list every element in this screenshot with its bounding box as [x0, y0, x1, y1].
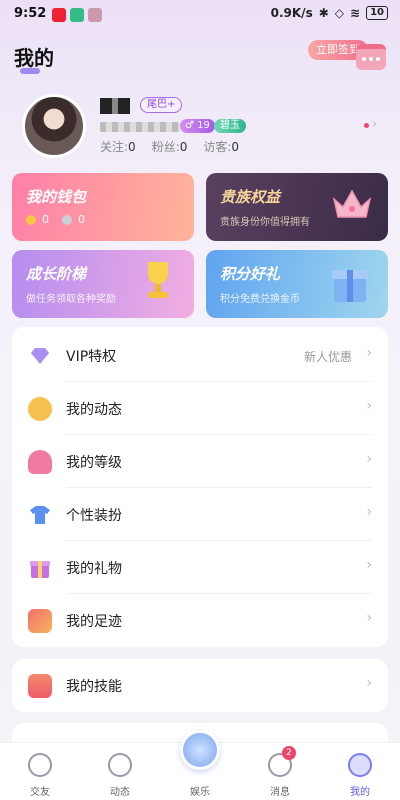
crown-icon: [332, 189, 372, 218]
menu-item-footprints[interactable]: 我的足迹 ›: [12, 594, 388, 647]
wallet-card[interactable]: 我的钱包 0 0: [12, 173, 194, 241]
tab-moments[interactable]: 动态: [80, 743, 160, 800]
status-bar: 9:52 0.9K/s ✱ ◇ ≋ 10: [0, 0, 400, 30]
card-title: 成长阶梯: [26, 265, 87, 283]
rank-badge: 碧玉: [214, 119, 246, 133]
notification-dot: [364, 123, 369, 128]
user-tag[interactable]: 尾巴+: [140, 97, 183, 113]
gift-box-icon: [332, 270, 368, 302]
stat-fans[interactable]: 粉丝:0: [152, 138, 188, 155]
chevron-right-icon: ›: [366, 610, 372, 626]
username: [100, 98, 130, 114]
wifi-icon: ≋: [350, 6, 361, 20]
level-badge-value: 19: [197, 120, 210, 131]
stat-following[interactable]: 关注:0: [100, 138, 136, 155]
menu-list: VIP特权 新人优惠 › 我的动态 › 我的等级 › 个性装扮 › 我的礼物 ›…: [12, 327, 388, 647]
points-card[interactable]: 积分好礼 积分免费兑换金币: [206, 250, 388, 318]
stat-value: 0: [128, 140, 136, 154]
planet-icon: [108, 753, 132, 777]
card-subtitle: 贵族身份你值得拥有: [220, 217, 310, 228]
skill-icon: [28, 674, 52, 698]
menu-item-dressup[interactable]: 个性装扮 ›: [12, 488, 388, 541]
card-title: 贵族权益: [220, 188, 281, 206]
heart-icon: [28, 753, 52, 777]
status-time: 9:52: [14, 6, 47, 21]
gift-icon: [30, 561, 50, 578]
mute-icon: ◇: [334, 6, 345, 20]
menu-item-gifts[interactable]: 我的礼物 ›: [12, 541, 388, 594]
chevron-right-icon: ›: [366, 345, 372, 361]
chevron-right-icon: ›: [366, 557, 372, 573]
menu-item-level[interactable]: 我的等级 ›: [12, 435, 388, 488]
profile-stats: 关注:0 粉丝:0 访客:0: [100, 138, 239, 155]
stat-value: 0: [231, 140, 240, 154]
menu-label: 我的等级: [66, 455, 122, 471]
gold-coin-icon: [26, 215, 36, 225]
stat-label: 关注:: [100, 140, 129, 154]
chevron-right-icon: ›: [366, 398, 372, 414]
user-id: [100, 122, 180, 132]
shirt-icon: [30, 506, 50, 524]
app-icon: [88, 8, 102, 22]
level-badge: ♂ 19: [180, 119, 215, 133]
menu-label: 个性装扮: [66, 508, 122, 524]
chevron-right-icon[interactable]: ›: [372, 117, 377, 132]
trophy-icon: [148, 262, 168, 298]
gold-coin-value: 0: [42, 213, 49, 226]
tab-label: 动态: [110, 787, 130, 798]
card-subtitle: 做任务领取各种奖励: [26, 294, 116, 305]
face-icon: [348, 753, 372, 777]
silver-coin-icon: [62, 215, 72, 225]
chevron-right-icon: ›: [366, 504, 372, 520]
pen-icon: [28, 397, 52, 421]
tab-messages[interactable]: 消息: [240, 743, 320, 800]
tab-label: 消息: [270, 787, 290, 798]
menu-label: 我的动态: [66, 402, 122, 418]
growth-card[interactable]: 成长阶梯 做任务领取各种奖励: [12, 250, 194, 318]
tab-label: 娱乐: [190, 787, 210, 798]
chevron-right-icon: ›: [366, 451, 372, 467]
medal-icon: [28, 450, 52, 474]
menu-label: VIP特权: [66, 349, 117, 365]
card-subtitle: 积分免费兑换金币: [220, 294, 300, 305]
app-icon: [52, 8, 66, 22]
menu-label: 我的礼物: [66, 561, 122, 577]
menu-item-moments[interactable]: 我的动态 ›: [12, 382, 388, 435]
silver-coin-value: 0: [78, 213, 85, 226]
footprint-icon: [28, 609, 52, 633]
title-underline: [20, 68, 40, 74]
noble-card[interactable]: 贵族权益 贵族身份你值得拥有: [206, 173, 388, 241]
card-title: 积分好礼: [220, 265, 281, 283]
menu-item-skills[interactable]: 我的技能 ›: [12, 659, 388, 712]
battery-icon: 10: [366, 6, 388, 20]
diamond-icon: [31, 348, 49, 364]
menu-list-skills: 我的技能 ›: [12, 659, 388, 712]
tab-label: 我的: [350, 787, 370, 798]
chevron-right-icon: ›: [366, 675, 372, 691]
page-title: 我的: [14, 46, 54, 70]
menu-label: 我的足迹: [66, 614, 122, 630]
status-right: 0.9K/s ✱ ◇ ≋ 10: [271, 6, 388, 20]
tab-me[interactable]: 我的: [320, 743, 400, 800]
avatar[interactable]: [22, 94, 86, 158]
network-speed: 0.9K/s: [270, 6, 313, 20]
stat-value: 0: [179, 140, 188, 154]
menu-right-text: 新人优惠: [303, 350, 352, 364]
entertainment-center-icon[interactable]: [180, 730, 220, 770]
message-count-badge: 2: [282, 746, 296, 760]
stat-visitors[interactable]: 访客:0: [203, 138, 239, 155]
bluetooth-icon: ✱: [318, 6, 329, 20]
tab-friends[interactable]: 交友: [0, 743, 80, 800]
menu-label: 我的技能: [66, 679, 122, 695]
menu-item-vip[interactable]: VIP特权 新人优惠 ›: [12, 329, 388, 382]
tab-label: 交友: [30, 787, 50, 798]
app-icon: [70, 8, 84, 22]
stat-label: 粉丝:: [151, 140, 180, 154]
calendar-icon[interactable]: [356, 44, 386, 70]
card-title: 我的钱包: [26, 188, 87, 206]
stat-label: 访客:: [203, 140, 232, 154]
